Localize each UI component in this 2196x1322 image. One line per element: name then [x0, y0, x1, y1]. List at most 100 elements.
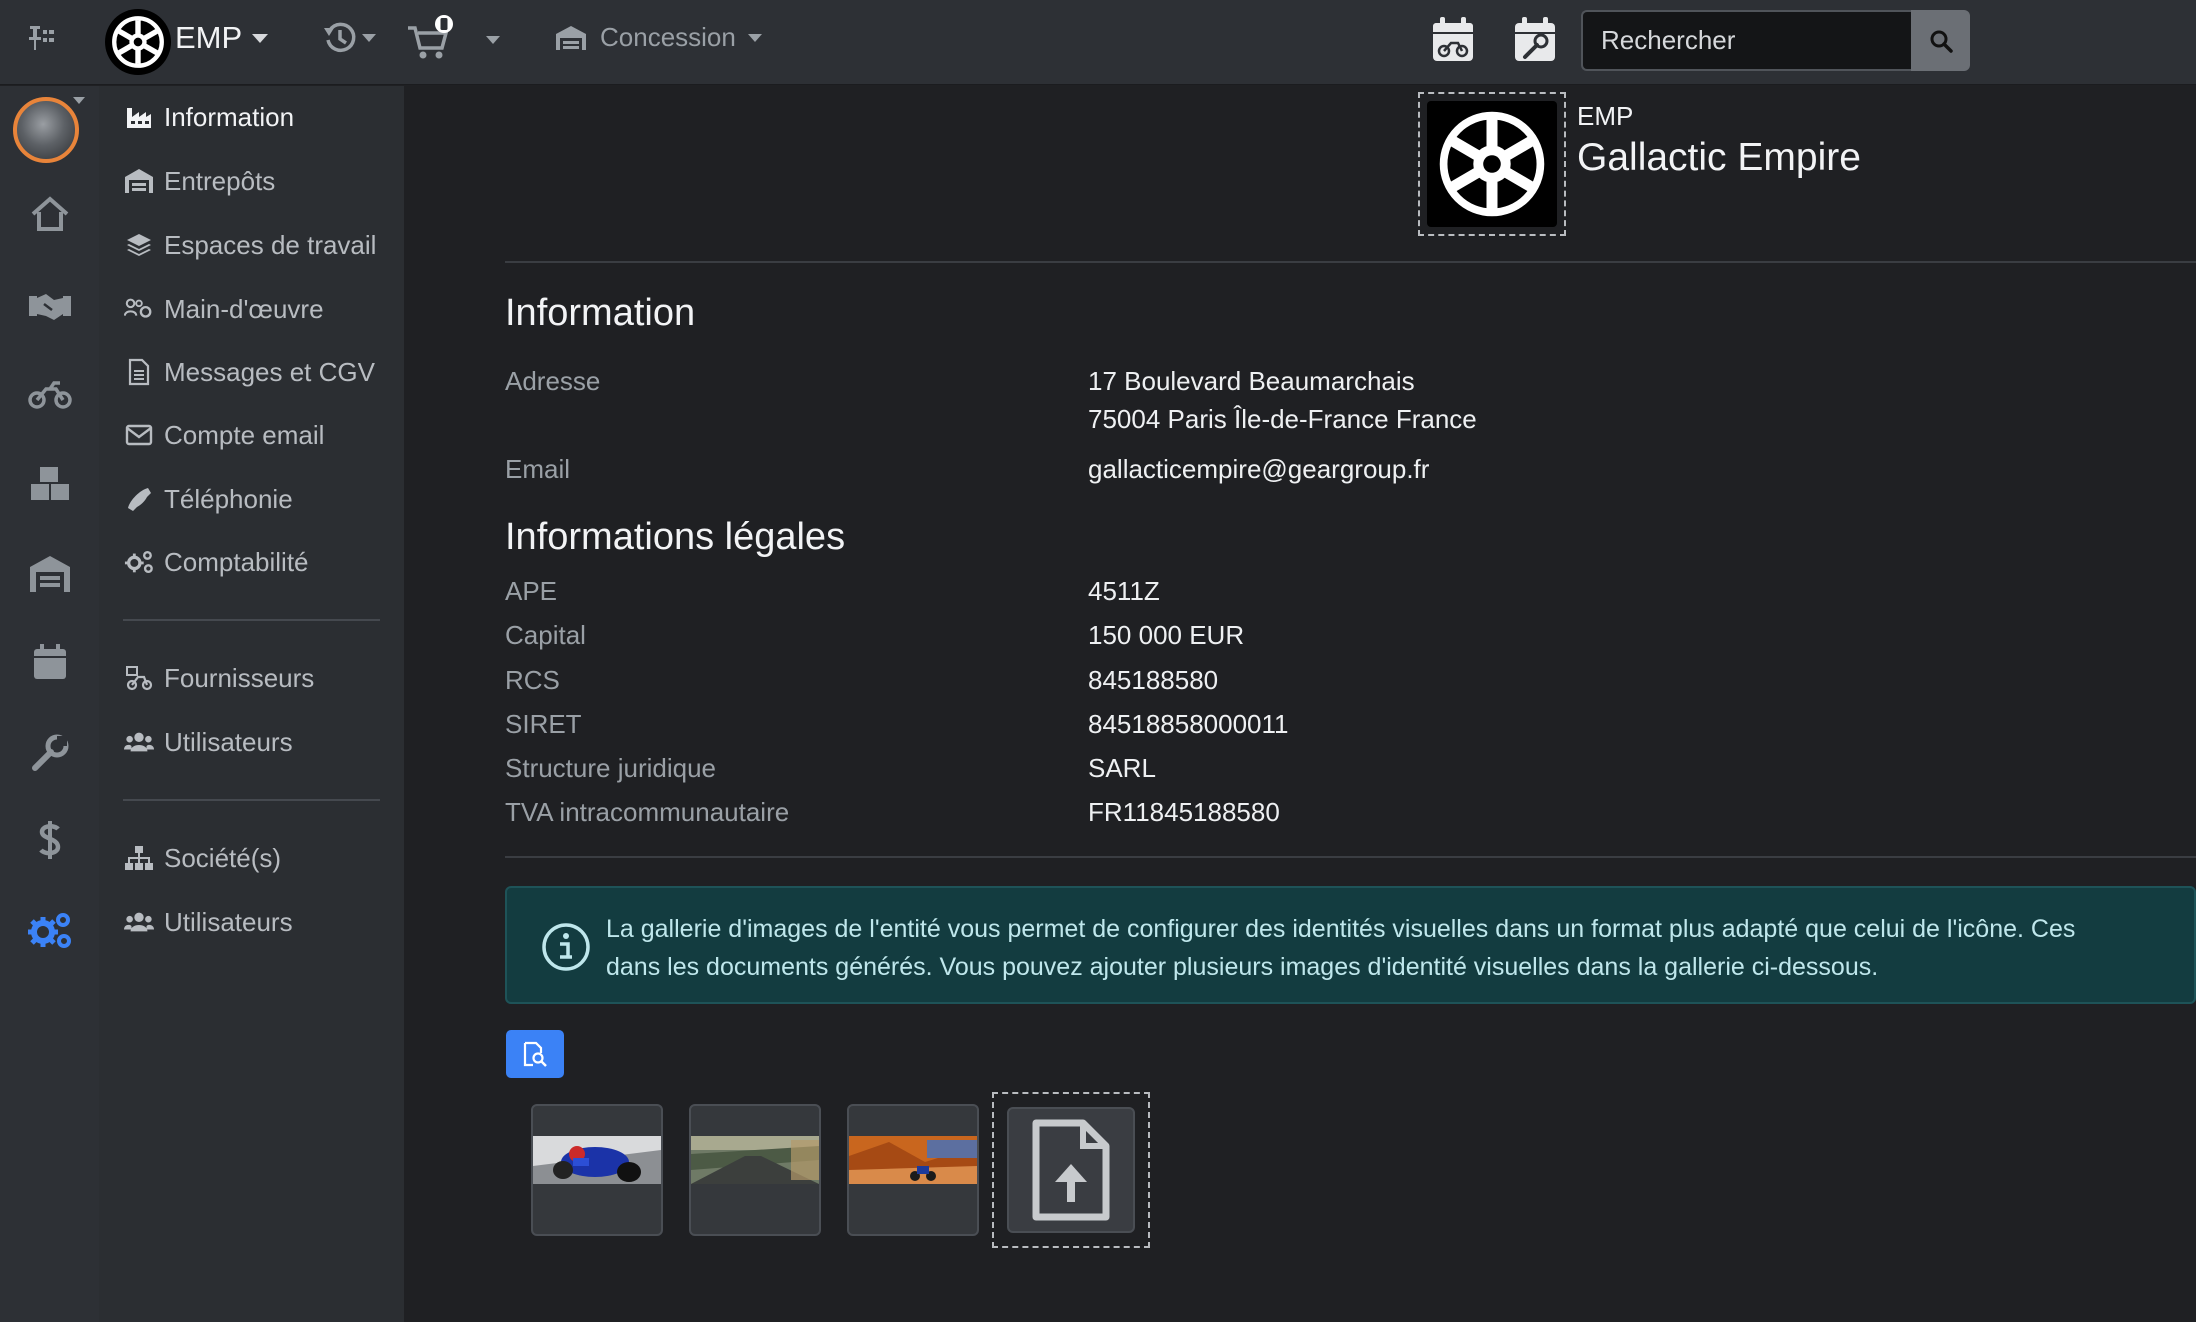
- phone-icon: [124, 484, 154, 514]
- empire-logo-icon: [1427, 101, 1557, 227]
- sidebar-divider: [123, 619, 380, 621]
- upload-image-dropzone[interactable]: [992, 1092, 1150, 1248]
- sidebar-item-users[interactable]: Utilisateurs: [124, 722, 293, 762]
- sidebar-item-label: Messages et CGV: [164, 356, 375, 387]
- road-landscape-image: [691, 1136, 819, 1184]
- notice-text: La gallerie d'images de l'entité vous pe…: [606, 910, 2075, 986]
- sidebar-item-label: Espaces de travail: [164, 229, 377, 260]
- handshake-icon[interactable]: [0, 290, 99, 324]
- sidebar-item-accounting[interactable]: Comptabilité: [124, 542, 309, 582]
- main-content: [404, 86, 2196, 1322]
- motorcycle-icon[interactable]: [0, 380, 99, 410]
- chevron-down-icon: [73, 97, 85, 104]
- cogs-icon[interactable]: [0, 910, 99, 950]
- file-search-icon: [523, 1041, 547, 1067]
- legal-label: Capital: [505, 620, 586, 650]
- search-icon: [1930, 30, 1953, 53]
- concession-label: Concession: [600, 22, 736, 52]
- sidebar-item-users[interactable]: Utilisateurs: [124, 902, 293, 942]
- avatar[interactable]: [13, 97, 79, 163]
- sidebar-item-email-account[interactable]: Compte email: [124, 415, 324, 455]
- email-value: gallacticempire@geargroup.fr: [1088, 454, 1430, 484]
- gallery-thumbnail[interactable]: [531, 1104, 663, 1236]
- entity-logo[interactable]: [1418, 92, 1566, 236]
- search-button[interactable]: [1911, 10, 1970, 71]
- chevron-down-icon: [486, 36, 500, 44]
- icon-rail: [0, 86, 99, 1322]
- warehouse-icon[interactable]: [0, 554, 99, 594]
- users-cog-icon: [124, 294, 154, 324]
- history-button[interactable]: [322, 20, 376, 56]
- sidebar-item-suppliers[interactable]: Fournisseurs: [124, 658, 314, 698]
- legal-value: 150 000 EUR: [1088, 620, 1245, 650]
- sidebar-item-telephony[interactable]: Téléphonie: [124, 479, 293, 519]
- entity-code: EMP: [1577, 101, 1634, 131]
- sidebar-item-label: Téléphonie: [164, 483, 293, 514]
- desert-moto-image: [849, 1136, 977, 1184]
- email-label: Email: [505, 454, 571, 484]
- sidebar-item-workspaces[interactable]: Espaces de travail: [124, 225, 376, 265]
- gallery-preview-button[interactable]: [506, 1030, 564, 1078]
- top-bar: EMP Concession: [0, 0, 2196, 85]
- moto-racer-image: [533, 1136, 661, 1184]
- chevron-down-icon: [747, 33, 762, 42]
- search-input[interactable]: [1581, 10, 1911, 71]
- legal-label: SIRET: [505, 709, 582, 739]
- history-icon: [324, 22, 356, 53]
- dollar-icon[interactable]: [0, 820, 99, 860]
- legal-value: SARL: [1088, 753, 1156, 783]
- section-divider: [505, 856, 2196, 858]
- sidebar-item-label: Entrepôts: [164, 165, 276, 196]
- notice-line: La gallerie d'images de l'entité vous pe…: [606, 915, 2076, 943]
- boxes-icon[interactable]: [0, 466, 99, 502]
- address-line1: 17 Boulevard Beaumarchais: [1088, 366, 1415, 396]
- cart-button[interactable]: [406, 14, 454, 62]
- sidebar-item-label: Société(s): [164, 842, 282, 873]
- section-divider: [505, 261, 2196, 263]
- entity-switcher[interactable]: EMP: [175, 20, 269, 56]
- legal-title: Informations légales: [505, 516, 846, 558]
- sidebar-item-label: Comptabilité: [164, 546, 309, 577]
- information-title: Information: [505, 292, 696, 334]
- upload-button[interactable]: [1007, 1107, 1135, 1233]
- sidebar-item-warehouses[interactable]: Entrepôts: [124, 161, 275, 201]
- cart-dropdown[interactable]: [486, 36, 500, 44]
- legal-value: 845188580: [1088, 665, 1219, 695]
- gallery-thumbnail[interactable]: [689, 1104, 821, 1236]
- notice-line: dans les documents générés. Vous pouvez …: [606, 953, 1879, 981]
- sidebar-item-messages[interactable]: Messages et CGV: [124, 352, 375, 392]
- legal-value: FR11845188580: [1088, 797, 1280, 827]
- chevron-down-icon: [252, 33, 269, 43]
- entity-name: Gallactic Empire: [1577, 136, 1861, 179]
- pin-icon[interactable]: [26, 22, 58, 54]
- legal-label: TVA intracommunautaire: [505, 797, 790, 827]
- cogs-icon: [124, 547, 154, 577]
- empire-logo-icon[interactable]: [105, 9, 171, 75]
- users-icon: [124, 727, 154, 757]
- sidebar-item-workforce[interactable]: Main-d'œuvre: [124, 289, 324, 329]
- sidebar-item-information[interactable]: Information: [124, 97, 294, 137]
- file-icon: [124, 357, 154, 387]
- home-icon[interactable]: [0, 196, 99, 232]
- sidebar-item-label: Main-d'œuvre: [164, 293, 324, 324]
- address-label: Adresse: [505, 366, 601, 396]
- legal-value: 4511Z: [1088, 576, 1160, 606]
- concession-selector[interactable]: Concession: [554, 22, 762, 53]
- warehouse-icon: [124, 166, 154, 196]
- sidebar-divider: [123, 799, 380, 801]
- gallery-thumbnail[interactable]: [847, 1104, 979, 1236]
- sidebar-item-label: Utilisateurs: [164, 906, 293, 937]
- sitemap-icon: [124, 843, 154, 873]
- calendar-icon[interactable]: [0, 644, 99, 680]
- cart-icon: [408, 15, 453, 59]
- info-icon: [541, 922, 591, 972]
- layers-icon: [124, 230, 154, 260]
- sidebar-item-companies[interactable]: Société(s): [124, 838, 281, 878]
- sidebar-item-label: Compte email: [164, 419, 325, 450]
- store-icon: [556, 25, 586, 50]
- calendar-moto-icon[interactable]: [1431, 17, 1475, 63]
- wrench-icon[interactable]: [0, 734, 99, 772]
- calendar-wrench-icon[interactable]: [1513, 17, 1557, 63]
- supplier-icon: [124, 663, 154, 693]
- sidebar-item-label: Fournisseurs: [164, 662, 315, 693]
